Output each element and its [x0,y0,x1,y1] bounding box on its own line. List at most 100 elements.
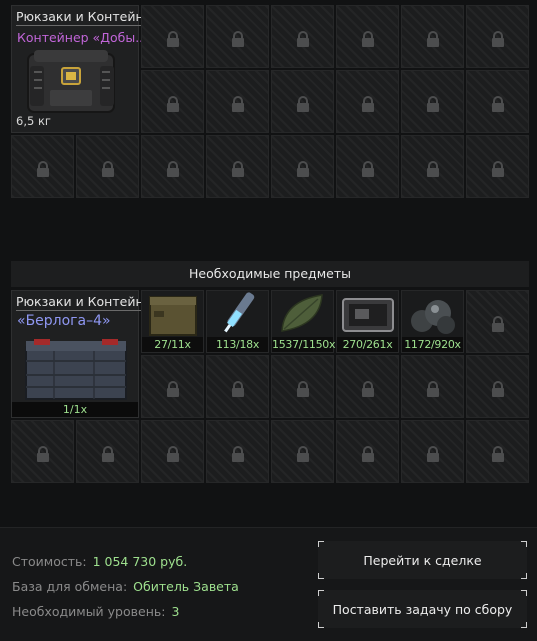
material-qty: 27/11x [142,337,203,352]
lock-icon [361,30,374,47]
level-row: Необходимый уровень: 3 [12,604,179,619]
lock-icon [231,30,244,47]
locked-slot [401,135,464,198]
locked-slot [336,355,399,418]
lock-icon [166,95,179,112]
material-slot[interactable]: 1172/920x [401,290,464,353]
lock-icon [101,160,114,177]
lock-icon [426,160,439,177]
cost-value: 1 054 730 руб. [92,554,188,569]
lock-icon [166,445,179,462]
stones-icon [411,300,455,334]
leaf-icon [281,294,323,332]
tablet-icon [342,298,394,332]
level-label: Необходимый уровень: [12,604,166,619]
lock-icon [231,160,244,177]
locked-slot [466,290,529,353]
locked-slot [401,420,464,483]
material-qty: 270/261x [337,337,398,352]
locked-slot [336,5,399,68]
lock-icon [296,380,309,397]
corner-bracket [318,590,324,596]
go-to-deal-button[interactable]: Перейти к сделке [318,541,527,579]
lock-icon [296,445,309,462]
lock-icon [166,30,179,47]
den-box-icon [25,339,127,400]
locked-slot [206,5,269,68]
locked-slot [336,70,399,133]
container-case-icon [27,50,115,113]
locked-slot [466,355,529,418]
material-slot[interactable]: 27/11x [141,290,204,353]
locked-slot [206,70,269,133]
locked-slot [466,70,529,133]
reward-item-container[interactable]: Рюкзаки и Контейнеры Контейнер «Добы.. 6… [11,5,174,133]
locked-slot [466,135,529,198]
lock-icon [36,445,49,462]
lock-icon [426,380,439,397]
corner-bracket [318,622,324,628]
locked-slot [401,70,464,133]
locked-slot [271,135,334,198]
assign-task-label: Поставить задачу по сбору [332,601,513,617]
ammo-box-icon [149,296,197,336]
go-to-deal-label: Перейти к сделке [363,552,482,568]
locked-slot [76,135,139,198]
material-qty: 113/18x [207,337,268,352]
locked-slot [271,5,334,68]
material-qty: 1537/1150x [272,337,336,352]
lock-icon [426,445,439,462]
corner-bracket [318,573,324,579]
locked-slot [466,420,529,483]
lock-icon [166,160,179,177]
required-item-container[interactable]: Рюкзаки и Контейнеры «Берлога–4» 1/1x [11,290,174,418]
locked-slot [141,5,204,68]
material-slot[interactable]: 270/261x [336,290,399,353]
locked-slot [206,420,269,483]
locked-slot [141,355,204,418]
lock-icon [491,380,504,397]
locked-slot [401,5,464,68]
locked-slot [466,5,529,68]
lock-icon [491,95,504,112]
locked-slot [336,420,399,483]
corner-bracket [521,590,527,596]
required-items-header: Необходимые предметы [11,261,529,287]
locked-slot [401,355,464,418]
locked-slot [271,355,334,418]
lock-icon [426,30,439,47]
reward-grid: Рюкзаки и Контейнеры Контейнер «Добы.. 6… [11,5,529,198]
lock-icon [231,445,244,462]
lock-icon [36,160,49,177]
lock-icon [491,30,504,47]
material-slot[interactable]: 1537/1150x [271,290,336,353]
locked-slot [206,355,269,418]
material-qty: 1172/920x [402,337,463,352]
reward-item-weight: 6,5 кг [16,114,51,128]
syringe-icon [224,292,255,333]
lock-icon [296,95,309,112]
cost-row: Стоимость: 1 054 730 руб. [12,554,187,569]
lock-icon [361,445,374,462]
locked-slot [11,420,74,483]
lock-icon [101,445,114,462]
locked-slot [76,420,139,483]
level-value: 3 [171,604,180,619]
locked-slot [271,420,334,483]
locked-slot [141,135,204,198]
corner-bracket [521,622,527,628]
locked-slot [206,135,269,198]
material-slot[interactable]: 113/18x [206,290,269,353]
lock-icon [491,445,504,462]
cost-label: Стоимость: [12,554,87,569]
lock-icon [361,380,374,397]
base-value: Обитель Завета [133,579,239,594]
locked-slot [271,70,334,133]
lock-icon [166,380,179,397]
corner-bracket [318,541,324,547]
summary-panel: Стоимость: 1 054 730 руб. База для обмена… [0,527,537,641]
required-item-qty: 1/1x [12,402,138,417]
assign-collection-task-button[interactable]: Поставить задачу по сбору [318,590,527,628]
lock-icon [491,160,504,177]
lock-icon [296,30,309,47]
